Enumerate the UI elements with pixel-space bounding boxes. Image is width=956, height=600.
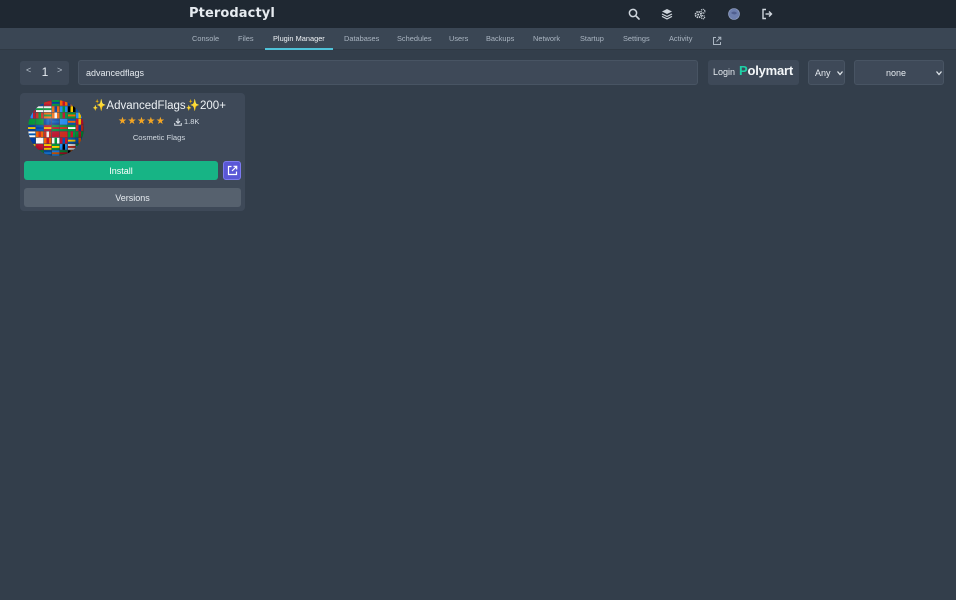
- layers-icon[interactable]: [660, 7, 674, 21]
- tab-plugin-manager[interactable]: Plugin Manager: [265, 28, 333, 50]
- sign-out-icon[interactable]: [760, 7, 774, 21]
- tab-console[interactable]: Console: [192, 28, 219, 50]
- server-subnav: Console Files Plugin Manager Databases S…: [0, 28, 956, 50]
- tab-files[interactable]: Files: [238, 28, 254, 50]
- tab-startup[interactable]: Startup: [580, 28, 604, 50]
- search-icon[interactable]: [627, 7, 641, 21]
- star-icon: ★: [136, 116, 146, 127]
- plugin-category: Cosmetic Flags: [132, 133, 186, 142]
- chevron-down-icon: [837, 71, 843, 76]
- flag-stripe: [30, 100, 33, 106]
- tab-users[interactable]: Users: [449, 28, 468, 50]
- flag-stripe: [36, 152, 44, 155]
- tab-backups[interactable]: Backups: [486, 28, 514, 50]
- tab-network[interactable]: Network: [533, 28, 560, 50]
- version-filter-select[interactable]: Any: [808, 60, 845, 85]
- star-icon: ★: [146, 116, 156, 127]
- star-icon: ★: [155, 116, 165, 127]
- flag-stripe: [76, 152, 84, 155]
- download-icon: [174, 118, 182, 126]
- flag-tile: [28, 150, 36, 156]
- flag-stripe: [28, 152, 36, 155]
- plugin-title[interactable]: ✨AdvancedFlags✨200+: [89, 98, 229, 112]
- tab-settings[interactable]: Settings: [623, 28, 650, 50]
- app-title[interactable]: Pterodactyl: [189, 6, 275, 21]
- search-input[interactable]: [78, 60, 698, 85]
- tab-schedules[interactable]: Schedules: [397, 28, 432, 50]
- external-link-icon: [227, 165, 237, 176]
- top-navbar: Pterodactyl: [0, 0, 956, 28]
- login-label: Login: [713, 67, 736, 77]
- flag-tile: [76, 150, 84, 156]
- sort-filter-select[interactable]: none: [854, 60, 944, 85]
- tab-activity[interactable]: Activity: [669, 28, 692, 50]
- avatar[interactable]: [727, 7, 741, 21]
- sort-filter-value: none: [886, 68, 907, 78]
- current-page-number: 1: [41, 65, 49, 79]
- plugin-card: ✨AdvancedFlags✨200+ ★ ★ ★ ★ ★ 1.8K Cosme…: [20, 93, 245, 211]
- flag-stripe: [36, 101, 44, 104]
- polymart-logo: Polymart: [739, 63, 794, 78]
- flag-stripe: [78, 106, 81, 112]
- external-link-icon[interactable]: [712, 33, 722, 45]
- plugin-rating: ★ ★ ★ ★ ★: [118, 117, 165, 127]
- cogs-icon[interactable]: [693, 7, 707, 21]
- plugin-icon: [28, 100, 84, 156]
- star-icon: ★: [118, 116, 127, 127]
- versions-button[interactable]: Versions: [24, 188, 241, 207]
- open-external-button[interactable]: [223, 161, 241, 180]
- previous-page-button[interactable]: <: [26, 65, 31, 75]
- flag-tile: [76, 100, 84, 106]
- polymart-login-button[interactable]: Login Polymart: [708, 60, 799, 85]
- star-icon: ★: [127, 116, 137, 127]
- flag-tile: [28, 100, 36, 106]
- flag-stripe: [28, 146, 36, 148]
- plugin-downloads: 1.8K: [174, 117, 199, 126]
- flag-stripe: [28, 108, 36, 111]
- tab-databases[interactable]: Databases: [344, 28, 379, 50]
- next-page-button[interactable]: >: [57, 65, 62, 75]
- install-button[interactable]: Install: [24, 161, 218, 180]
- chevron-down-icon: [936, 71, 942, 76]
- download-count: 1.8K: [184, 117, 200, 126]
- version-filter-value: Any: [815, 68, 831, 78]
- pagination: < 1 >: [20, 61, 69, 85]
- flag-stripe: [78, 100, 81, 106]
